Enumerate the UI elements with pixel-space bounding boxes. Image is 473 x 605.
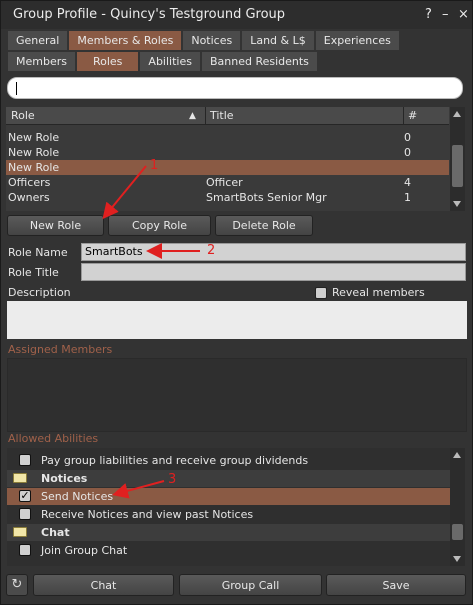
ability-label: Join Group Chat (41, 544, 128, 557)
save-button[interactable]: Save (326, 574, 466, 596)
title-bar[interactable]: Group Profile - Quincy's Testground Grou… (1, 1, 472, 29)
role-cell: Owners (8, 191, 50, 204)
tab-members-roles[interactable]: Members & Roles (69, 31, 182, 50)
ability-label: Pay group liabilities and receive group … (41, 454, 309, 467)
role-cell: New Role (8, 146, 60, 159)
list-item[interactable]: Receive Notices and view past Notices (7, 506, 450, 523)
minimize-icon[interactable]: – (442, 7, 449, 22)
close-icon[interactable]: × (458, 7, 469, 22)
folder-icon (13, 473, 27, 483)
count-cell: 4 (404, 176, 411, 189)
scroll-thumb[interactable] (452, 524, 463, 540)
ability-checkbox[interactable] (19, 544, 31, 556)
ability-checkbox[interactable] (19, 454, 31, 466)
role-cell: New Role (8, 131, 60, 144)
table-row[interactable]: Owners SmartBots Senior Mgr 1 (6, 190, 449, 205)
title-cell: Officer (206, 176, 243, 189)
category-notices[interactable]: Notices (7, 470, 450, 487)
category-label: Chat (41, 526, 70, 539)
tab-roles[interactable]: Roles (76, 52, 139, 71)
list-item[interactable]: Join Group Chat (7, 542, 450, 559)
text-caret (16, 82, 17, 95)
role-column-header[interactable]: Role (11, 109, 35, 122)
sub-tab-bar: Members Roles Abilities Banned Residents (8, 52, 317, 71)
count-cell: 0 (404, 146, 411, 159)
scroll-up-icon[interactable] (453, 452, 461, 458)
scroll-thumb[interactable] (452, 145, 463, 187)
assigned-members-heading: Assigned Members (8, 343, 113, 356)
tab-experiences[interactable]: Experiences (315, 31, 399, 50)
abilities-list: Pay group liabilities and receive group … (7, 448, 465, 566)
roles-table: Role ▲ Title # New Role 0 New Role 0 New… (6, 107, 465, 211)
category-chat[interactable]: Chat (7, 524, 450, 541)
allowed-abilities-heading: Allowed Abilities (8, 432, 99, 445)
help-icon[interactable]: ? (425, 7, 432, 22)
column-divider (205, 107, 206, 125)
tab-notices[interactable]: Notices (183, 31, 241, 50)
scroll-down-icon[interactable] (453, 201, 461, 207)
role-name-label: Role Name (8, 246, 68, 259)
count-cell: 1 (404, 191, 411, 204)
table-row[interactable]: Officers Officer 4 (6, 175, 449, 190)
abilities-scrollbar[interactable] (450, 448, 465, 566)
top-tab-bar: General Members & Roles Notices Land & L… (8, 31, 399, 50)
table-row[interactable]: New Role 0 (6, 130, 449, 145)
role-cell: Officers (8, 176, 51, 189)
title-cell: SmartBots Senior Mgr (206, 191, 327, 204)
copy-role-button[interactable]: Copy Role (108, 215, 211, 236)
window-title: Group Profile - Quincy's Testground Grou… (13, 7, 286, 22)
role-title-label: Role Title (8, 266, 59, 279)
ability-checkbox[interactable] (19, 508, 31, 520)
assigned-members-list[interactable] (7, 358, 467, 432)
role-name-input[interactable]: SmartBots (81, 243, 466, 261)
reveal-members-checkbox[interactable] (315, 287, 327, 299)
scroll-down-icon[interactable] (453, 556, 461, 562)
tab-land[interactable]: Land & L$ (242, 31, 314, 50)
tab-members[interactable]: Members (8, 52, 75, 71)
roles-filter-input[interactable] (7, 77, 463, 99)
ability-label: Receive Notices and view past Notices (41, 508, 254, 521)
tab-general[interactable]: General (8, 31, 68, 50)
role-cell: New Role (8, 161, 60, 174)
category-label: Notices (41, 472, 88, 485)
sort-ascending-icon[interactable]: ▲ (189, 111, 196, 121)
role-title-input[interactable] (81, 263, 466, 281)
ability-label: Send Notices (41, 490, 114, 503)
list-item[interactable]: Pay group liabilities and receive group … (7, 452, 450, 469)
table-row-selected[interactable]: New Role (6, 160, 449, 175)
chat-button[interactable]: Chat (33, 574, 174, 596)
checkmark-icon[interactable]: ✓ (19, 490, 31, 502)
annotation-3: 3 (168, 472, 177, 487)
description-textarea[interactable] (7, 301, 467, 339)
list-item-selected[interactable]: ✓ Send Notices (7, 488, 450, 505)
delete-role-button[interactable]: Delete Role (215, 215, 313, 236)
annotation-2: 2 (207, 243, 216, 258)
scroll-up-icon[interactable] (453, 111, 461, 117)
refresh-icon[interactable]: ↻ (6, 574, 28, 596)
count-column-header[interactable]: # (408, 109, 417, 122)
roles-table-header: Role ▲ Title # (6, 107, 449, 125)
annotation-1: 1 (150, 158, 159, 173)
description-label: Description (8, 286, 71, 299)
reveal-members-label: Reveal members (332, 286, 425, 299)
tab-banned-residents[interactable]: Banned Residents (201, 52, 317, 71)
group-profile-window: Group Profile - Quincy's Testground Grou… (0, 0, 473, 605)
tab-abilities[interactable]: Abilities (140, 52, 200, 71)
group-call-button[interactable]: Group Call (179, 574, 322, 596)
table-row[interactable]: New Role 0 (6, 145, 449, 160)
column-divider (403, 107, 404, 125)
roles-scrollbar[interactable] (450, 107, 465, 211)
count-cell: 0 (404, 131, 411, 144)
new-role-button[interactable]: New Role (7, 215, 104, 236)
folder-icon (13, 527, 27, 537)
title-column-header[interactable]: Title (210, 109, 234, 122)
